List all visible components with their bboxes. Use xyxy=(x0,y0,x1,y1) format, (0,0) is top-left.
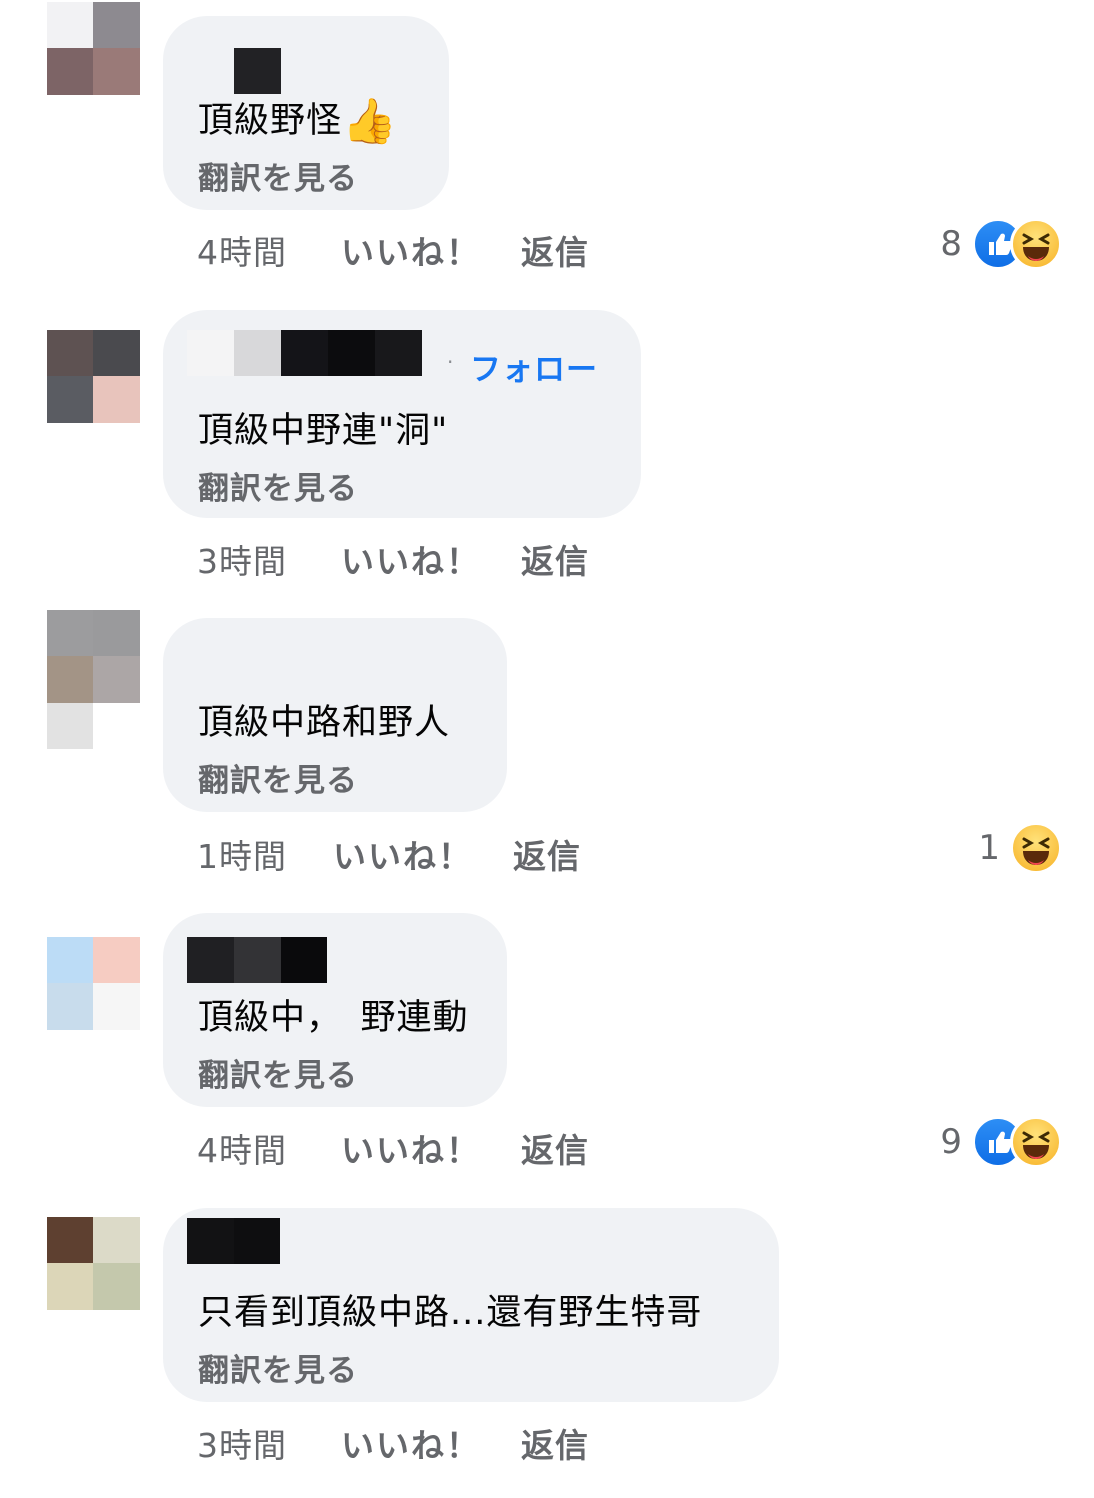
comment-text: 頂級中， 野連動 xyxy=(198,998,469,1038)
like-button[interactable]: いいね！ xyxy=(341,1124,521,1172)
reaction-summary[interactable]: 8 xyxy=(940,218,1062,270)
reaction-count: 1 xyxy=(978,828,1000,868)
comment-bubble: 頂級野怪👍 翻訳を見る xyxy=(163,16,449,210)
comment-bubble: 只看到頂級中路...還有野生特哥 翻訳を見る xyxy=(163,1208,779,1402)
comment-timestamp[interactable]: 1時間 xyxy=(197,830,333,878)
avatar[interactable] xyxy=(47,2,140,95)
comment-text: 頂級中野連"洞" xyxy=(198,411,449,451)
reply-button[interactable]: 返信 xyxy=(521,535,589,583)
commenter-name-redacted[interactable] xyxy=(234,48,281,94)
avatar[interactable] xyxy=(47,610,140,749)
comment-actions: 4時間 いいね！ 返信 xyxy=(197,226,589,274)
haha-icon xyxy=(1010,218,1062,270)
separator-dot: · xyxy=(447,350,454,374)
commenter-name-redacted[interactable] xyxy=(187,1218,280,1264)
avatar[interactable] xyxy=(47,937,140,1030)
commenter-name-redacted[interactable] xyxy=(187,330,422,376)
comment-actions: 4時間 いいね！ 返信 xyxy=(197,1124,589,1172)
avatar[interactable] xyxy=(47,330,140,423)
reply-button[interactable]: 返信 xyxy=(521,226,589,274)
see-translation-link[interactable]: 翻訳を見る xyxy=(198,153,358,198)
comment-bubble: 頂級中路和野人 翻訳を見る xyxy=(163,618,507,812)
comment-actions: 1時間 いいね！ 返信 xyxy=(197,830,581,878)
comment-bubble: 頂級中， 野連動 翻訳を見る xyxy=(163,913,507,1107)
comment-actions: 3時間 いいね！ 返信 xyxy=(197,1419,589,1467)
reaction-summary[interactable]: 9 xyxy=(940,1116,1062,1168)
reply-button[interactable]: 返信 xyxy=(521,1124,589,1172)
comment-text: 只看到頂級中路...還有野生特哥 xyxy=(198,1293,703,1333)
see-translation-link[interactable]: 翻訳を見る xyxy=(198,755,358,800)
comment-timestamp[interactable]: 3時間 xyxy=(197,535,341,583)
haha-icon xyxy=(1010,822,1062,874)
comment-text: 頂級野怪👍 xyxy=(198,96,398,147)
like-button[interactable]: いいね！ xyxy=(341,1419,521,1467)
see-translation-link[interactable]: 翻訳を見る xyxy=(198,463,358,508)
see-translation-link[interactable]: 翻訳を見る xyxy=(198,1050,358,1095)
reaction-count: 8 xyxy=(940,224,962,264)
like-button[interactable]: いいね！ xyxy=(341,226,521,274)
comment-actions: 3時間 いいね！ 返信 xyxy=(197,535,589,583)
reply-button[interactable]: 返信 xyxy=(513,830,581,878)
comment-timestamp[interactable]: 4時間 xyxy=(197,226,341,274)
haha-icon xyxy=(1010,1116,1062,1168)
like-button[interactable]: いいね！ xyxy=(333,830,513,878)
reaction-count: 9 xyxy=(940,1122,962,1162)
commenter-name-redacted[interactable] xyxy=(187,937,327,983)
comment-bubble: · フォロー 頂級中野連"洞" 翻訳を見る xyxy=(163,310,641,518)
see-translation-link[interactable]: 翻訳を見る xyxy=(198,1345,358,1390)
like-button[interactable]: いいね！ xyxy=(341,535,521,583)
reaction-summary[interactable]: 1 xyxy=(978,822,1062,874)
follow-button[interactable]: フォロー xyxy=(470,344,598,389)
comment-text: 頂級中路和野人 xyxy=(198,703,451,743)
comment-timestamp[interactable]: 3時間 xyxy=(197,1419,341,1467)
reply-button[interactable]: 返信 xyxy=(521,1419,589,1467)
avatar[interactable] xyxy=(47,1217,140,1310)
comment-timestamp[interactable]: 4時間 xyxy=(197,1124,341,1172)
thumbs-up-emoji-icon: 👍 xyxy=(342,96,398,147)
